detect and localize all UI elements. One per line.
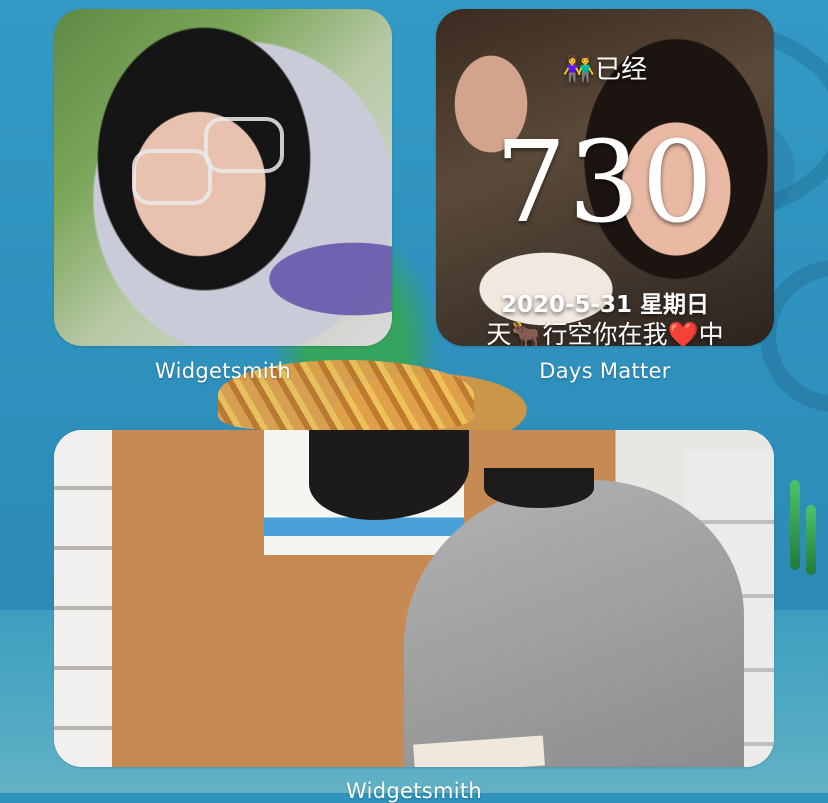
- days-matter-caption: 天🐂行空你在我❤️中: [486, 320, 724, 346]
- black-collar: [484, 468, 594, 508]
- widget-label: Widgetsmith: [154, 359, 292, 383]
- glasses-left-lens: [132, 149, 212, 205]
- bookshelf-left: [54, 430, 112, 767]
- widget-label: Days Matter: [539, 359, 671, 383]
- glasses-right-lens: [204, 117, 284, 173]
- anniversary-date: 2020-5-31 星期日: [500, 292, 710, 318]
- widgetsmith-large-photo-widget[interactable]: [54, 430, 774, 767]
- days-matter-overlay: 👫已经 730 2020-5-31 星期日 天🐂行空你在我❤️中: [436, 9, 774, 346]
- selfie-photo: [54, 9, 392, 346]
- library-photo: [54, 430, 774, 767]
- wallpaper-seaweed: [806, 505, 816, 575]
- days-count: 730: [495, 118, 715, 248]
- wallpaper-seaweed: [790, 480, 800, 570]
- days-matter-widget[interactable]: 👫已经 730 2020-5-31 星期日 天🐂行空你在我❤️中: [436, 9, 774, 346]
- widget-label: Widgetsmith: [345, 779, 483, 803]
- widgetsmith-photo-widget[interactable]: [54, 9, 392, 346]
- days-matter-header: 👫已经: [562, 55, 648, 85]
